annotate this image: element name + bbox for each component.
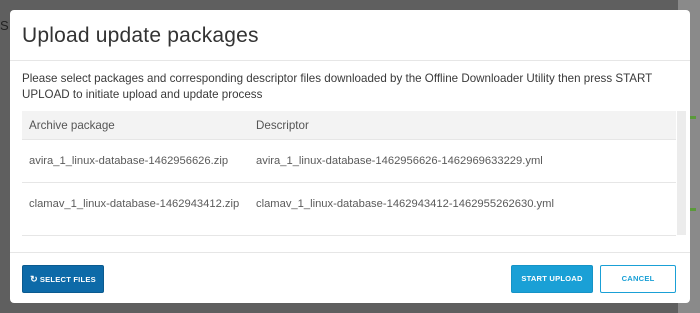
archive-cell: avira_1_linux-database-1462956626.zip [22,139,249,183]
background-page-fragment: S [0,18,9,33]
select-files-button[interactable]: ↻ SELECT FILES [22,265,104,293]
start-upload-button[interactable]: START UPLOAD [511,265,593,293]
table-header-row: Archive package Descriptor [22,111,676,140]
table-row: avira_1_linux-database-1462956626.zip av… [22,139,676,183]
upload-packages-dialog: Upload update packages Please select pac… [10,10,690,303]
column-header-archive: Archive package [22,111,249,140]
refresh-icon: ↻ [30,274,38,284]
descriptor-cell: avira_1_linux-database-1462956626-146296… [249,139,676,183]
dialog-title: Upload update packages [22,24,259,47]
column-header-descriptor: Descriptor [249,111,676,140]
descriptor-cell: clamav_1_linux-database-1462943412-14629… [249,182,676,225]
table-scrollbar[interactable] [677,111,686,235]
select-files-label: SELECT FILES [39,275,96,284]
packages-table-container: Archive package Descriptor avira_1_linux… [22,111,676,236]
dialog-body: Please select packages and corresponding… [10,61,690,251]
table-row: clamav_1_linux-database-1462943412.zip c… [22,182,676,225]
dialog-header: Upload update packages [10,10,690,61]
archive-cell: clamav_1_linux-database-1462943412.zip [22,182,249,225]
dialog-description: Please select packages and corresponding… [22,72,653,101]
dialog-footer: ↻ SELECT FILES START UPLOAD CANCEL [10,252,690,303]
packages-table: Archive package Descriptor avira_1_linux… [22,111,676,225]
cancel-button[interactable]: CANCEL [600,265,676,293]
